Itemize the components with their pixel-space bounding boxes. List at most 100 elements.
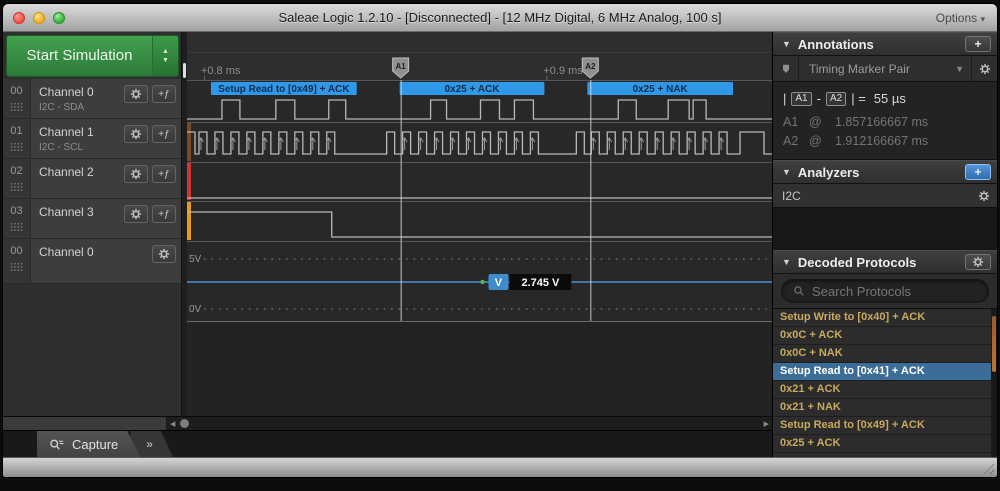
search-protocols-wrap: Search Protocols [773, 274, 997, 308]
chevron-down-icon[interactable]: ▼ [948, 64, 971, 74]
analyzers-title: Analyzers [798, 165, 958, 180]
divider-grip[interactable] [183, 63, 186, 78]
tab-overflow-label: » [146, 437, 153, 451]
add-analyzer-button[interactable]: + [965, 164, 991, 180]
channel-drag-handle[interactable]: 03 [3, 199, 31, 238]
waveform-canvas[interactable]: +0.8 ms+0.9 msSetup Read to [0x49] + ACK… [187, 32, 772, 416]
annotations-header[interactable]: ▼ Annotations + [773, 32, 997, 56]
channel-drag-handle[interactable]: 00 [3, 239, 31, 283]
decoded-protocol-row[interactable]: Setup Write to [0x40] + ACK [773, 309, 997, 327]
decoded-protocols-title: Decoded Protocols [798, 255, 958, 270]
channel-add-measurement-button[interactable]: +ƒ [152, 165, 176, 183]
channel-edge-strip [187, 163, 191, 200]
marker-value: 1.912166667 ms [835, 132, 928, 151]
app-window: Saleae Logic 1.2.10 - [Disconnected] - [… [2, 3, 998, 478]
search-protocols-input[interactable]: Search Protocols [781, 279, 989, 303]
analog-grid-label: 5V [189, 254, 202, 265]
channel-settings-gear-icon[interactable] [124, 125, 148, 143]
channel-row[interactable]: 02 Channel 2 +ƒ [3, 159, 181, 199]
svg-text:Setup Read to [0x49] + ACK: Setup Read to [0x49] + ACK [218, 84, 350, 95]
channel-bands-bg [187, 80, 772, 321]
channel-add-measurement-button[interactable]: +ƒ [152, 205, 176, 223]
svg-text:0x25 + ACK: 0x25 + ACK [445, 84, 501, 95]
chevron-down-icon: ▼ [162, 57, 169, 64]
marker-pair-settings-gear-icon[interactable] [971, 56, 997, 81]
marker-name: A1 [783, 113, 809, 132]
scrollbar-thumb[interactable] [180, 419, 189, 428]
decoded-protocols-header[interactable]: ▼ Decoded Protocols [773, 250, 997, 274]
i2c-annotation-bar[interactable]: 0x25 + ACK [400, 82, 545, 95]
marker-a2-chip: A2 [826, 92, 846, 106]
horizontal-scrollbar[interactable]: ◀ ▶ [3, 416, 772, 430]
decoded-protocol-row[interactable]: 0x0C + ACK [773, 327, 997, 345]
svg-text:A1: A1 [396, 62, 407, 71]
start-simulation-button[interactable]: Start Simulation ▲ ▼ [6, 35, 179, 77]
timing-marker-pair-select[interactable]: Timing Marker Pair [799, 62, 948, 76]
scrollbar-track[interactable]: ◀ ▶ [167, 417, 772, 430]
marker-time-readout: A2 @ 1.912166667 ms [783, 132, 987, 151]
marker-time-readout: A1 @ 1.857166667 ms [783, 113, 987, 132]
marker-at: @ [809, 113, 835, 132]
channel-drag-handle[interactable]: 00 [3, 79, 31, 118]
channel-analyzer-label: I2C - SCL [39, 142, 124, 153]
channel-add-measurement-button[interactable]: +ƒ [152, 125, 176, 143]
channel-drag-handle[interactable]: 01 [3, 119, 31, 158]
add-annotation-button[interactable]: + [965, 36, 991, 52]
options-menu-button[interactable]: Options ▾ [936, 11, 985, 25]
channel-name: Channel 0 [39, 245, 152, 259]
channel-row[interactable]: 01 Channel 1 I2C - SCL +ƒ [3, 119, 181, 159]
decoded-protocol-row[interactable]: 0x21 + NAK [773, 399, 997, 417]
channel-settings-gear-icon[interactable] [124, 205, 148, 223]
search-icon [793, 285, 805, 297]
i2c-annotation-bar[interactable]: 0x25 + NAK [587, 82, 733, 95]
delta-open: | [783, 91, 786, 106]
channel-name: Channel 2 [39, 165, 124, 179]
scroll-left-arrow[interactable]: ◀ [167, 420, 178, 428]
decoded-protocols-settings-gear-icon[interactable] [965, 254, 991, 270]
channel-analyzer-label: I2C - SDA [39, 102, 124, 113]
decoded-protocol-row[interactable]: 0x21 + ACK [773, 381, 997, 399]
channel-row[interactable]: 03 Channel 3 +ƒ [3, 199, 181, 239]
protocols-scrollbar-track[interactable] [991, 309, 997, 457]
i2c-annotation-bar[interactable]: Setup Read to [0x49] + ACK [211, 82, 357, 95]
analyzer-settings-gear-icon[interactable] [978, 190, 990, 202]
timeline-ruler[interactable] [187, 32, 772, 80]
sidebar-divider[interactable] [181, 32, 187, 416]
scroll-right-arrow[interactable]: ▶ [761, 420, 772, 428]
collapse-triangle-icon: ▼ [782, 167, 791, 177]
decoded-protocol-row[interactable]: Setup Read to [0x41] + ACK [773, 363, 997, 381]
channel-number: 02 [10, 165, 22, 177]
decoded-protocol-row[interactable]: 0x25 + ACK [773, 435, 997, 453]
options-label: Options [936, 11, 977, 25]
capture-search-icon [49, 438, 65, 451]
capture-area: Start Simulation ▲ ▼ 00 Channel 0 I2C - … [3, 32, 773, 457]
empty-area-bg [187, 321, 772, 416]
protocols-scrollbar-thumb[interactable] [992, 316, 996, 372]
channel-settings-gear-icon[interactable] [124, 165, 148, 183]
waveform-area: +0.8 ms+0.9 msSetup Read to [0x49] + ACK… [187, 32, 772, 416]
channel-settings-gear-icon[interactable] [124, 85, 148, 103]
channel-row[interactable]: 00 Channel 0 I2C - SDA +ƒ [3, 79, 181, 119]
channel-name: Channel 0 [39, 85, 124, 99]
delta-minus: - [817, 91, 821, 106]
channel-number: 01 [10, 125, 22, 137]
channel-sidebar: Start Simulation ▲ ▼ 00 Channel 0 I2C - … [3, 32, 181, 416]
decoded-protocol-row[interactable]: Setup Read to [0x49] + ACK [773, 417, 997, 435]
channel-settings-gear-icon[interactable] [152, 245, 176, 263]
collapse-triangle-icon: ▼ [782, 257, 791, 267]
resize-grip[interactable] [981, 461, 994, 474]
channel-dots-icon [10, 102, 23, 111]
svg-text:A2: A2 [585, 62, 596, 71]
simulation-mode-toggle[interactable]: ▲ ▼ [152, 36, 178, 76]
tab-capture[interactable]: Capture [37, 431, 140, 457]
analyzer-item-i2c[interactable]: I2C [773, 184, 997, 208]
channel-row[interactable]: 00 Channel 0 [3, 239, 181, 284]
channel-dots-icon [10, 262, 23, 271]
channel-add-measurement-button[interactable]: +ƒ [152, 85, 176, 103]
svg-text:0x25 + NAK: 0x25 + NAK [633, 84, 689, 95]
analyzers-header[interactable]: ▼ Analyzers + [773, 160, 997, 184]
marker-pin-icon [773, 56, 799, 81]
channel-drag-handle[interactable]: 02 [3, 159, 31, 198]
decoded-protocol-row[interactable]: 0x0C + NAK [773, 345, 997, 363]
channel-dots-icon [10, 142, 23, 151]
